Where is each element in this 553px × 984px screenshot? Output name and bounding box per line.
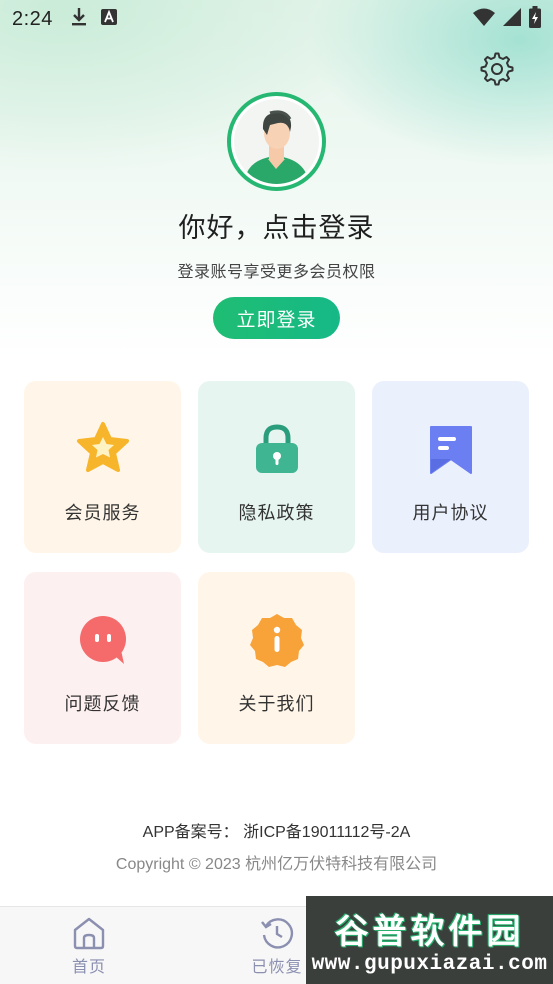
nav-item-home[interactable]: 首页 xyxy=(29,907,149,984)
battery-charging-icon xyxy=(529,6,541,32)
watermark-overlay: 谷普软件园 www.gupuxiazai.com xyxy=(306,896,553,984)
chat-bubble-icon xyxy=(75,612,131,668)
card-privacy-policy[interactable]: 隐私政策 xyxy=(198,381,355,553)
status-bar: 2:24 xyxy=(0,0,553,38)
watermark-url: www.gupuxiazai.com xyxy=(311,953,548,976)
header-background xyxy=(0,0,553,400)
history-clock-icon xyxy=(259,915,295,951)
home-icon xyxy=(71,915,107,951)
nav-label-home: 首页 xyxy=(71,957,106,976)
card-label: 用户协议 xyxy=(412,503,489,524)
greeting-title[interactable]: 你好，点击登录 xyxy=(0,206,553,245)
card-label: 问题反馈 xyxy=(64,694,141,715)
lock-icon xyxy=(249,421,305,477)
card-label: 隐私政策 xyxy=(238,503,315,524)
wifi-icon xyxy=(473,8,495,30)
star-icon xyxy=(75,421,131,477)
login-button[interactable]: 立即登录 xyxy=(213,297,340,339)
card-label: 关于我们 xyxy=(238,694,315,715)
nav-label-recovered: 已恢复 xyxy=(251,957,303,976)
card-user-agreement[interactable]: 用户协议 xyxy=(372,381,529,553)
bookmark-document-icon xyxy=(423,421,479,477)
greeting-subtitle: 登录账号享受更多会员权限 xyxy=(177,262,376,281)
copyright-text: Copyright © 2023 杭州亿万伏特科技有限公司 xyxy=(115,856,438,873)
info-icon xyxy=(249,612,305,668)
card-label: 会员服务 xyxy=(64,503,141,524)
card-member-service[interactable]: 会员服务 xyxy=(24,381,181,553)
avatar-illustration xyxy=(234,99,319,184)
avatar[interactable] xyxy=(227,92,326,191)
status-time: 2:24 xyxy=(12,7,53,30)
card-about-us[interactable]: 关于我们 xyxy=(198,572,355,744)
download-icon xyxy=(71,7,87,31)
settings-button[interactable] xyxy=(478,52,516,90)
gear-icon xyxy=(480,52,514,90)
icp-record-text[interactable]: APP备案号： 浙ICP备19011112号-2A xyxy=(0,818,553,842)
watermark-brand: 谷普软件园 xyxy=(334,912,525,952)
keyboard-a-icon xyxy=(100,9,117,29)
card-feedback[interactable]: 问题反馈 xyxy=(24,572,181,744)
signal-icon xyxy=(503,8,521,30)
